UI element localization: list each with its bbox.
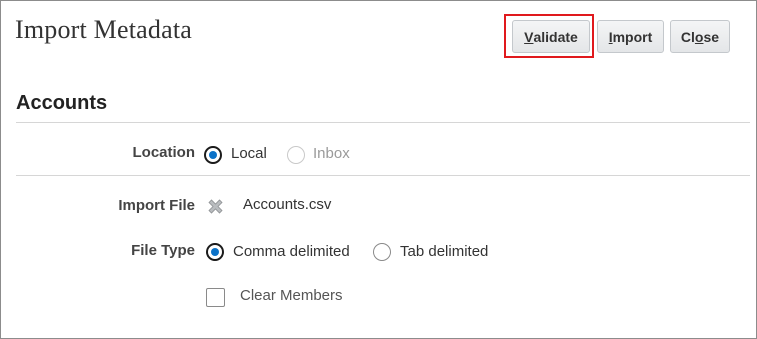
location-local-label[interactable]: Local [231,145,267,162]
close-mnemonic: o [694,28,704,45]
location-inbox-label: Inbox [313,145,350,162]
file-type-tab-radio[interactable] [373,243,391,261]
section-title: Accounts [16,92,108,114]
file-type-comma-label[interactable]: Comma delimited [233,243,350,260]
location-label: Location [132,144,196,161]
close-label-rest: se [703,28,720,45]
import-file-name: Accounts.csv [243,196,332,213]
clear-members-checkbox[interactable] [206,288,225,307]
import-label-rest: mport [612,28,653,45]
remove-file-icon[interactable] [206,197,225,216]
location-divider [16,175,750,176]
import-metadata-dialog: Import Metadata Validate Import Cl o se Ac… [0,0,757,339]
validate-highlight-box [504,14,594,58]
file-type-label: File Type [131,242,195,259]
file-type-comma-radio[interactable] [206,243,224,261]
section-divider [16,122,750,123]
import-button[interactable]: Import [597,20,664,53]
file-type-tab-label[interactable]: Tab delimited [400,243,488,260]
close-label-pre: Cl [680,28,695,45]
import-file-label: Import File [118,197,195,214]
close-button[interactable]: Cl o se [670,20,730,53]
clear-members-label[interactable]: Clear Members [240,287,343,304]
page-title: Import Metadata [15,15,192,44]
location-local-radio[interactable] [204,146,222,164]
location-inbox-radio [287,146,305,164]
